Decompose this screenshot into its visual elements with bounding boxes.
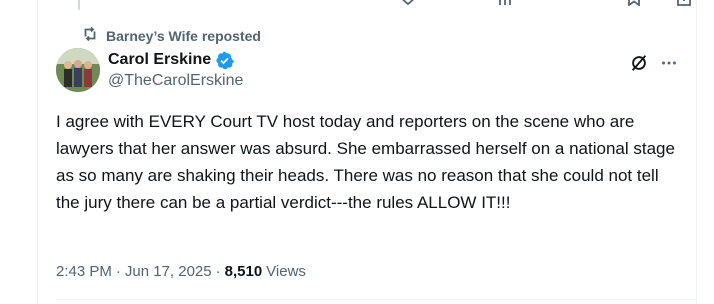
repost-icon [82,26,98,47]
grok-icon[interactable] [628,52,650,74]
avatar[interactable] [56,48,100,92]
author-handle[interactable]: @TheCarolErskine [108,72,243,90]
repost-context[interactable]: Barney’s Wife reposted [82,26,261,47]
tweet-date[interactable]: Jun 17, 2025 [125,263,212,280]
divider [56,299,696,300]
more-icon[interactable] [658,52,680,74]
analytics-icon[interactable] [497,0,513,6]
repost-label[interactable]: Barney’s Wife reposted [106,28,261,44]
author-block: Carol Erskine @TheCarolErskine [108,50,243,90]
meta-separator: · [215,262,221,280]
verified-badge-icon[interactable] [215,51,235,70]
like-icon[interactable] [400,0,416,6]
views-label: Views [266,262,306,280]
tweet-metadata: 2:43 PM · Jun 17, 2025 · 8,510 Views [56,261,306,281]
tweet-text: I agree with EVERY Court TV host today a… [56,112,675,212]
timeline-left-border [37,0,38,304]
tweet-time[interactable]: 2:43 PM [56,263,112,280]
share-icon[interactable] [676,0,692,6]
bookmark-icon[interactable] [626,0,642,7]
timeline-right-border [696,0,697,304]
previous-post-action-bar [0,0,714,10]
views-count[interactable]: 8,510 [225,263,263,280]
author-name[interactable]: Carol Erskine [108,51,211,69]
meta-separator: · [115,262,121,280]
